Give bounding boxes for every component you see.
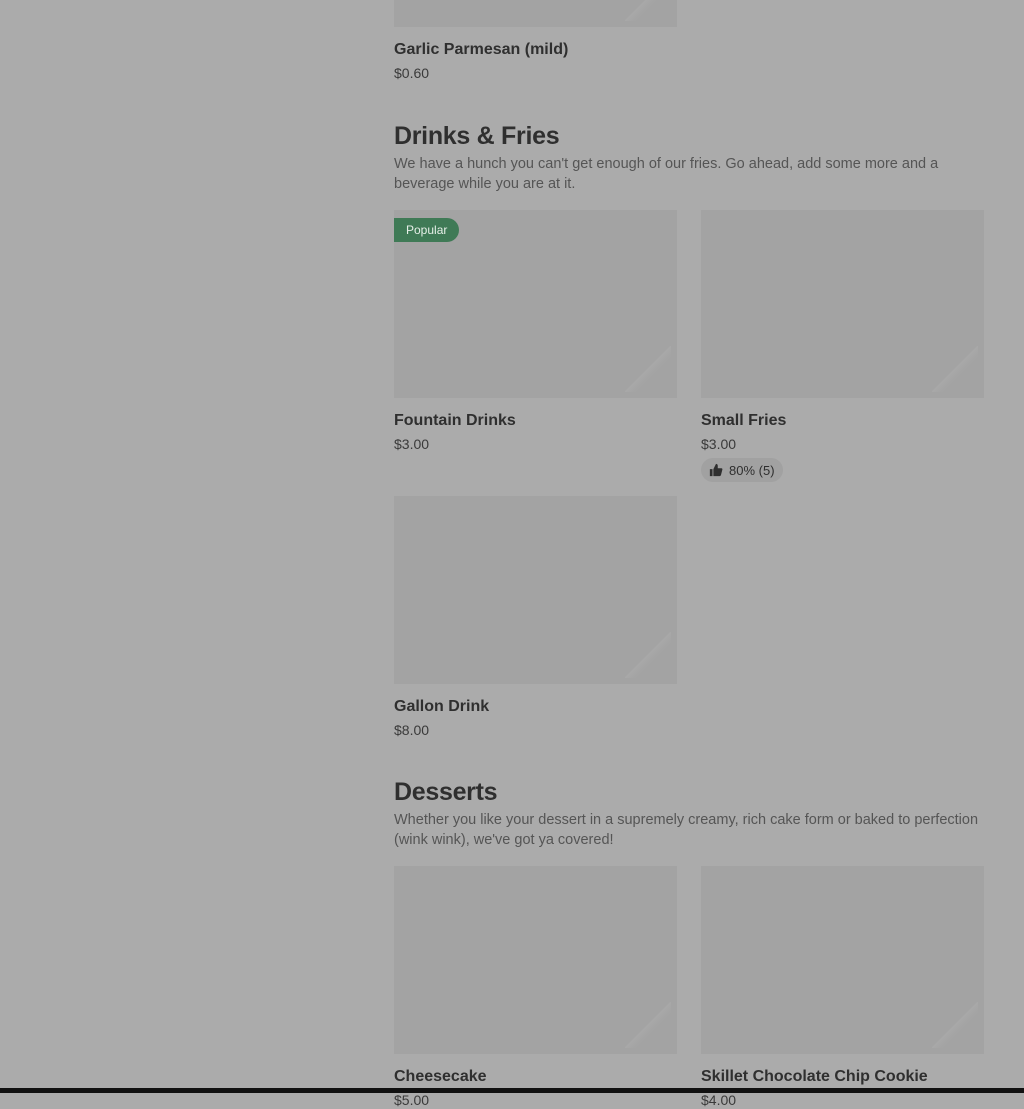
bottom-edge-bar — [0, 1088, 1024, 1093]
rating-text: 80% (5) — [729, 462, 775, 478]
item-image[interactable] — [394, 0, 677, 27]
section-description: We have a hunch you can't get enough of … — [394, 156, 939, 192]
item-name: Skillet Chocolate Chip Cookie — [701, 1068, 928, 1085]
menu-item-card[interactable]: Cheesecake $5.00 — [394, 866, 677, 1109]
item-name: Fountain Drinks — [394, 412, 516, 429]
item-name: Small Fries — [701, 412, 787, 429]
menu-item-card[interactable]: Skillet Chocolate Chip Cookie $4.00 — [701, 866, 984, 1109]
menu-item-card[interactable]: Garlic Parmesan (mild) $0.60 — [394, 0, 677, 82]
section-title: Desserts — [394, 778, 498, 806]
item-image[interactable] — [394, 496, 677, 684]
item-price: $4.00 — [701, 1092, 737, 1108]
item-name: Gallon Drink — [394, 698, 490, 715]
menu-item-card[interactable]: Popular Fountain Drinks $3.00 — [394, 210, 677, 453]
menu-item-card[interactable]: Gallon Drink $8.00 — [394, 496, 677, 739]
item-price: $3.00 — [701, 436, 737, 452]
menu-item-card[interactable]: Small Fries $3.00 80% (5) — [701, 210, 984, 482]
thumbs-up-icon — [709, 463, 723, 477]
item-image[interactable] — [701, 210, 984, 398]
item-price: $0.60 — [394, 65, 430, 81]
item-name: Garlic Parmesan (mild) — [394, 41, 569, 58]
item-image[interactable] — [394, 866, 677, 1054]
section-description: Whether you like your dessert in a supre… — [394, 812, 979, 848]
popular-badge: Popular — [394, 218, 460, 242]
item-price: $8.00 — [394, 722, 430, 738]
item-price: $5.00 — [394, 1092, 430, 1108]
item-image[interactable] — [701, 866, 984, 1054]
item-image[interactable]: Popular — [394, 210, 677, 398]
item-price: $3.00 — [394, 436, 430, 452]
section-title: Drinks & Fries — [394, 122, 560, 150]
item-name: Cheesecake — [394, 1068, 487, 1085]
rating-badge: 80% (5) — [701, 458, 783, 482]
